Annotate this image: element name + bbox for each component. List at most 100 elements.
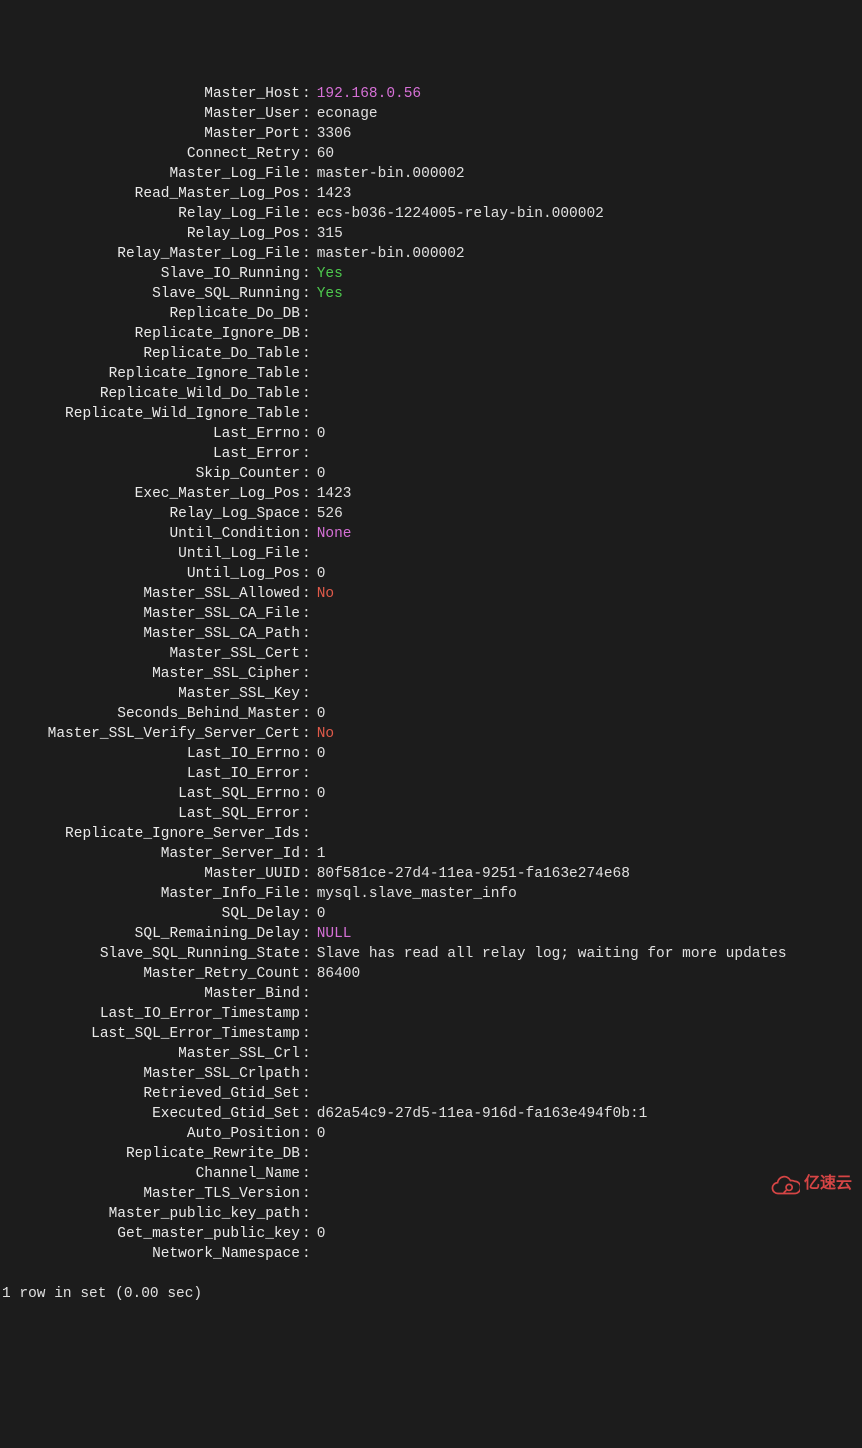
status-value: 0	[313, 424, 326, 444]
status-value: Yes	[313, 264, 343, 284]
colon-separator: :	[300, 1024, 313, 1044]
status-value	[313, 1064, 317, 1084]
colon-separator: :	[300, 704, 313, 724]
status-value	[313, 1244, 317, 1264]
colon-separator: :	[300, 344, 313, 364]
colon-separator: :	[300, 804, 313, 824]
colon-separator: :	[300, 1004, 313, 1024]
status-label: Relay_Log_File	[0, 204, 300, 224]
status-value	[313, 344, 317, 364]
status-row: Master_TLS_Version:	[0, 1184, 862, 1204]
status-row: Until_Log_Pos:0	[0, 564, 862, 584]
colon-separator: :	[300, 924, 313, 944]
colon-separator: :	[300, 904, 313, 924]
status-label: Master_UUID	[0, 864, 300, 884]
status-label: Replicate_Ignore_DB	[0, 324, 300, 344]
status-row: Master_SSL_Key:	[0, 684, 862, 704]
result-footer: 1 row in set (0.00 sec)	[0, 1284, 862, 1304]
status-label: Master_Log_File	[0, 164, 300, 184]
status-row: Channel_Name:	[0, 1164, 862, 1184]
status-label: Master_SSL_Verify_Server_Cert	[0, 724, 300, 744]
status-label: Last_IO_Errno	[0, 744, 300, 764]
status-value: 0	[313, 904, 326, 924]
status-value	[313, 604, 317, 624]
status-row: Master_SSL_Crl:	[0, 1044, 862, 1064]
colon-separator: :	[300, 424, 313, 444]
status-value: 0	[313, 1224, 326, 1244]
colon-separator: :	[300, 644, 313, 664]
status-value	[313, 324, 317, 344]
colon-separator: :	[300, 204, 313, 224]
status-value	[313, 664, 317, 684]
colon-separator: :	[300, 1224, 313, 1244]
colon-separator: :	[300, 324, 313, 344]
status-label: Channel_Name	[0, 1164, 300, 1184]
status-label: Slave_SQL_Running	[0, 284, 300, 304]
status-value	[313, 1004, 317, 1024]
colon-separator: :	[300, 684, 313, 704]
colon-separator: :	[300, 504, 313, 524]
status-value	[313, 824, 317, 844]
status-row: Last_SQL_Error_Timestamp:	[0, 1024, 862, 1044]
status-row: Last_SQL_Errno:0	[0, 784, 862, 804]
colon-separator: :	[300, 864, 313, 884]
status-value: 80f581ce-27d4-11ea-9251-fa163e274e68	[313, 864, 630, 884]
status-value	[313, 444, 317, 464]
status-row: Last_IO_Errno:0	[0, 744, 862, 764]
status-value	[313, 1144, 317, 1164]
status-label: Until_Condition	[0, 524, 300, 544]
status-value: 0	[313, 784, 326, 804]
status-value: None	[313, 524, 352, 544]
status-label: Last_Error	[0, 444, 300, 464]
status-label: Master_User	[0, 104, 300, 124]
status-row: Replicate_Wild_Do_Table:	[0, 384, 862, 404]
status-value: econage	[313, 104, 378, 124]
status-label: Last_SQL_Error_Timestamp	[0, 1024, 300, 1044]
status-label: Master_SSL_Crlpath	[0, 1064, 300, 1084]
status-row: Relay_Log_Space:526	[0, 504, 862, 524]
status-value: 1	[313, 844, 326, 864]
status-value	[313, 684, 317, 704]
status-row: Connect_Retry:60	[0, 144, 862, 164]
colon-separator: :	[300, 1164, 313, 1184]
status-value: 192.168.0.56	[313, 84, 421, 104]
colon-separator: :	[300, 844, 313, 864]
status-row: Last_SQL_Error:	[0, 804, 862, 824]
colon-separator: :	[300, 1144, 313, 1164]
status-label: Master_SSL_CA_File	[0, 604, 300, 624]
status-row: Replicate_Ignore_Table:	[0, 364, 862, 384]
status-label: Slave_IO_Running	[0, 264, 300, 284]
status-label: Master_SSL_CA_Path	[0, 624, 300, 644]
slave-status-output: Master_Host:192.168.0.56Master_User: econ…	[0, 84, 862, 1264]
status-row: Read_Master_Log_Pos:1423	[0, 184, 862, 204]
status-label: Relay_Master_Log_File	[0, 244, 300, 264]
status-row: Master_SSL_Cipher:	[0, 664, 862, 684]
colon-separator: :	[300, 624, 313, 644]
status-label: Master_SSL_Key	[0, 684, 300, 704]
status-row: Until_Condition:None	[0, 524, 862, 544]
status-row: SQL_Remaining_Delay:NULL	[0, 924, 862, 944]
status-value	[313, 404, 317, 424]
status-label: Master_Info_File	[0, 884, 300, 904]
status-label: Replicate_Wild_Ignore_Table	[0, 404, 300, 424]
status-row: Master_Port:3306	[0, 124, 862, 144]
colon-separator: :	[300, 404, 313, 424]
colon-separator: :	[300, 104, 313, 124]
status-label: Master_Server_Id	[0, 844, 300, 864]
colon-separator: :	[300, 364, 313, 384]
status-label: Replicate_Do_DB	[0, 304, 300, 324]
colon-separator: :	[300, 544, 313, 564]
colon-separator: :	[300, 824, 313, 844]
status-value: mysql.slave_master_info	[313, 884, 517, 904]
colon-separator: :	[300, 564, 313, 584]
status-value	[313, 1024, 317, 1044]
status-value	[313, 624, 317, 644]
colon-separator: :	[300, 464, 313, 484]
status-value: No	[313, 724, 334, 744]
status-row: Master_Host:192.168.0.56	[0, 84, 862, 104]
status-row: Last_Errno:0	[0, 424, 862, 444]
status-label: Last_IO_Error	[0, 764, 300, 784]
status-row: Master_UUID:80f581ce-27d4-11ea-9251-fa16…	[0, 864, 862, 884]
status-row: Master_SSL_Crlpath:	[0, 1064, 862, 1084]
status-row: Slave_IO_Running:Yes	[0, 264, 862, 284]
